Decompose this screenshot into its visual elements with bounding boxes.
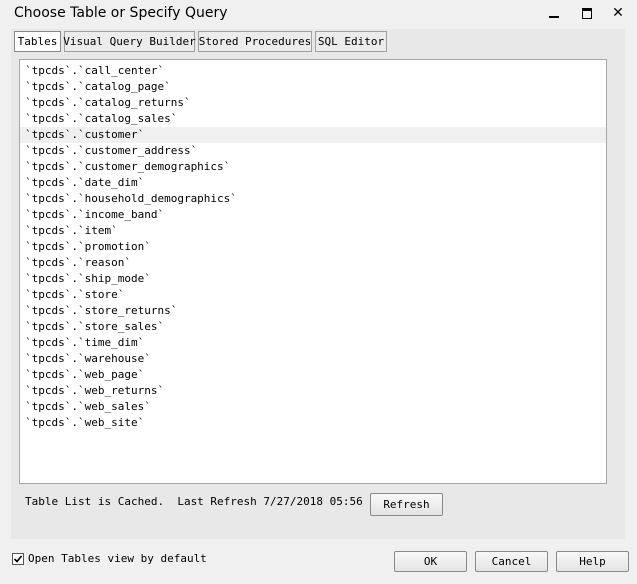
- open-tables-default-label: Open Tables view by default: [28, 552, 207, 565]
- list-item[interactable]: `tpcds`.`catalog_returns`: [25, 95, 191, 111]
- list-item[interactable]: `tpcds`.`time_dim`: [25, 335, 144, 351]
- close-icon: ✕: [612, 5, 624, 21]
- minimize-icon: [549, 16, 559, 18]
- minimize-button[interactable]: [544, 4, 564, 22]
- tab-visual-query-builder[interactable]: Visual Query Builder: [63, 31, 196, 52]
- list-item[interactable]: `tpcds`.`web_site`: [25, 415, 144, 431]
- tab-stored-procedures[interactable]: Stored Procedures: [198, 31, 312, 52]
- table-list[interactable]: `tpcds`.`call_center` `tpcds`.`catalog_p…: [19, 59, 607, 484]
- cache-status-text: Table List is Cached. Last Refresh 7/27/…: [25, 495, 383, 508]
- list-item[interactable]: `tpcds`.`customer_demographics`: [25, 159, 230, 175]
- list-item[interactable]: `tpcds`.`income_band`: [25, 207, 164, 223]
- list-item[interactable]: `tpcds`.`reason`: [25, 255, 131, 271]
- list-item[interactable]: `tpcds`.`web_page`: [25, 367, 144, 383]
- list-item[interactable]: `tpcds`.`store_sales`: [25, 319, 164, 335]
- list-item[interactable]: `tpcds`.`web_returns`: [25, 383, 164, 399]
- list-item-selected[interactable]: `tpcds`.`customer`: [20, 127, 606, 143]
- title-bar: Choose Table or Specify Query ✕: [0, 0, 637, 26]
- open-tables-default-checkbox[interactable]: [12, 553, 24, 565]
- tab-sql-editor[interactable]: SQL Editor: [315, 31, 387, 52]
- list-item[interactable]: `tpcds`.`store_returns`: [25, 303, 177, 319]
- maximize-button[interactable]: [577, 4, 597, 22]
- list-item[interactable]: `tpcds`.`call_center`: [25, 63, 164, 79]
- tab-tables[interactable]: Tables: [14, 31, 61, 52]
- list-item[interactable]: `tpcds`.`catalog_sales`: [25, 111, 177, 127]
- list-item[interactable]: `tpcds`.`date_dim`: [25, 175, 144, 191]
- list-item[interactable]: `tpcds`.`warehouse`: [25, 351, 151, 367]
- checkmark-icon: [13, 555, 23, 563]
- close-button[interactable]: ✕: [608, 4, 628, 22]
- list-item[interactable]: `tpcds`.`ship_mode`: [25, 271, 151, 287]
- refresh-button[interactable]: Refresh: [370, 493, 443, 516]
- window-title: Choose Table or Specify Query: [14, 5, 228, 21]
- list-item[interactable]: `tpcds`.`household_demographics`: [25, 191, 237, 207]
- list-item[interactable]: `tpcds`.`store`: [25, 287, 124, 303]
- maximize-icon: [582, 7, 592, 19]
- ok-button[interactable]: OK: [394, 551, 467, 572]
- list-item[interactable]: `tpcds`.`customer_address`: [25, 143, 197, 159]
- help-button[interactable]: Help: [556, 551, 629, 572]
- list-item[interactable]: `tpcds`.`promotion`: [25, 239, 151, 255]
- list-item[interactable]: `tpcds`.`catalog_page`: [25, 79, 171, 95]
- cancel-button[interactable]: Cancel: [475, 551, 548, 572]
- list-item[interactable]: `tpcds`.`web_sales`: [25, 399, 151, 415]
- list-item[interactable]: `tpcds`.`item`: [25, 223, 118, 239]
